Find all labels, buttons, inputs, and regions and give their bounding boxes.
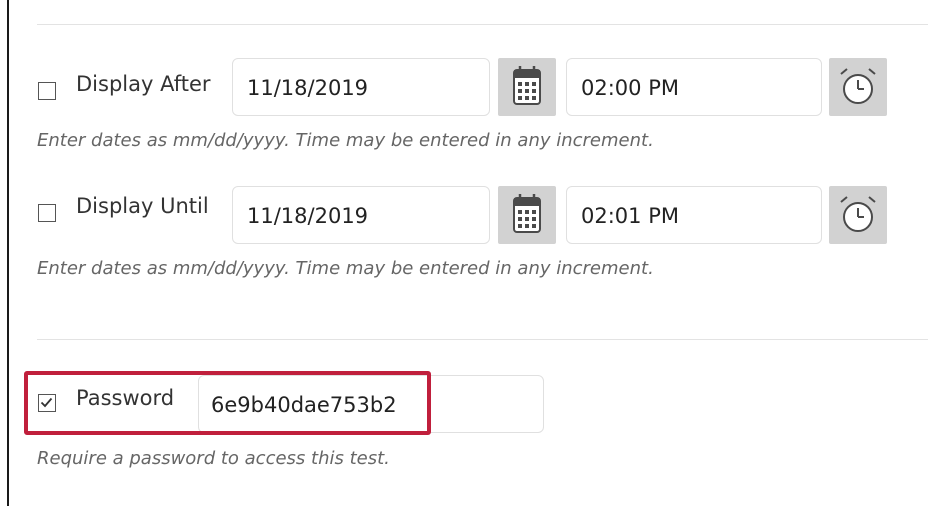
display-until-date-input[interactable]: 11/18/2019	[232, 186, 490, 244]
display-after-date-input[interactable]: 11/18/2019	[232, 58, 490, 116]
calendar-icon	[513, 66, 541, 105]
display-until-hint: Enter dates as mm/dd/yyyy. Time may be e…	[37, 258, 654, 279]
calendar-icon	[513, 194, 541, 233]
password-hint: Require a password to access this test.	[37, 448, 390, 469]
display-after-time-input[interactable]: 02:00 PM	[566, 58, 822, 116]
display-after-checkbox[interactable]	[38, 82, 56, 100]
display-after-clock-button[interactable]	[829, 58, 887, 116]
section-divider	[37, 339, 928, 340]
display-until-time-input[interactable]: 02:01 PM	[566, 186, 822, 244]
panel-left-border	[7, 0, 9, 506]
display-until-clock-button[interactable]	[829, 186, 887, 244]
top-divider	[37, 24, 928, 25]
display-after-label: Display After	[76, 72, 211, 96]
display-until-label: Display Until	[76, 194, 209, 218]
clock-icon	[840, 68, 876, 104]
display-after-hint: Enter dates as mm/dd/yyyy. Time may be e…	[37, 130, 654, 151]
display-after-calendar-button[interactable]	[498, 58, 556, 116]
clock-icon	[840, 196, 876, 232]
display-until-checkbox[interactable]	[38, 204, 56, 222]
display-until-calendar-button[interactable]	[498, 186, 556, 244]
password-highlight-box	[24, 371, 431, 435]
